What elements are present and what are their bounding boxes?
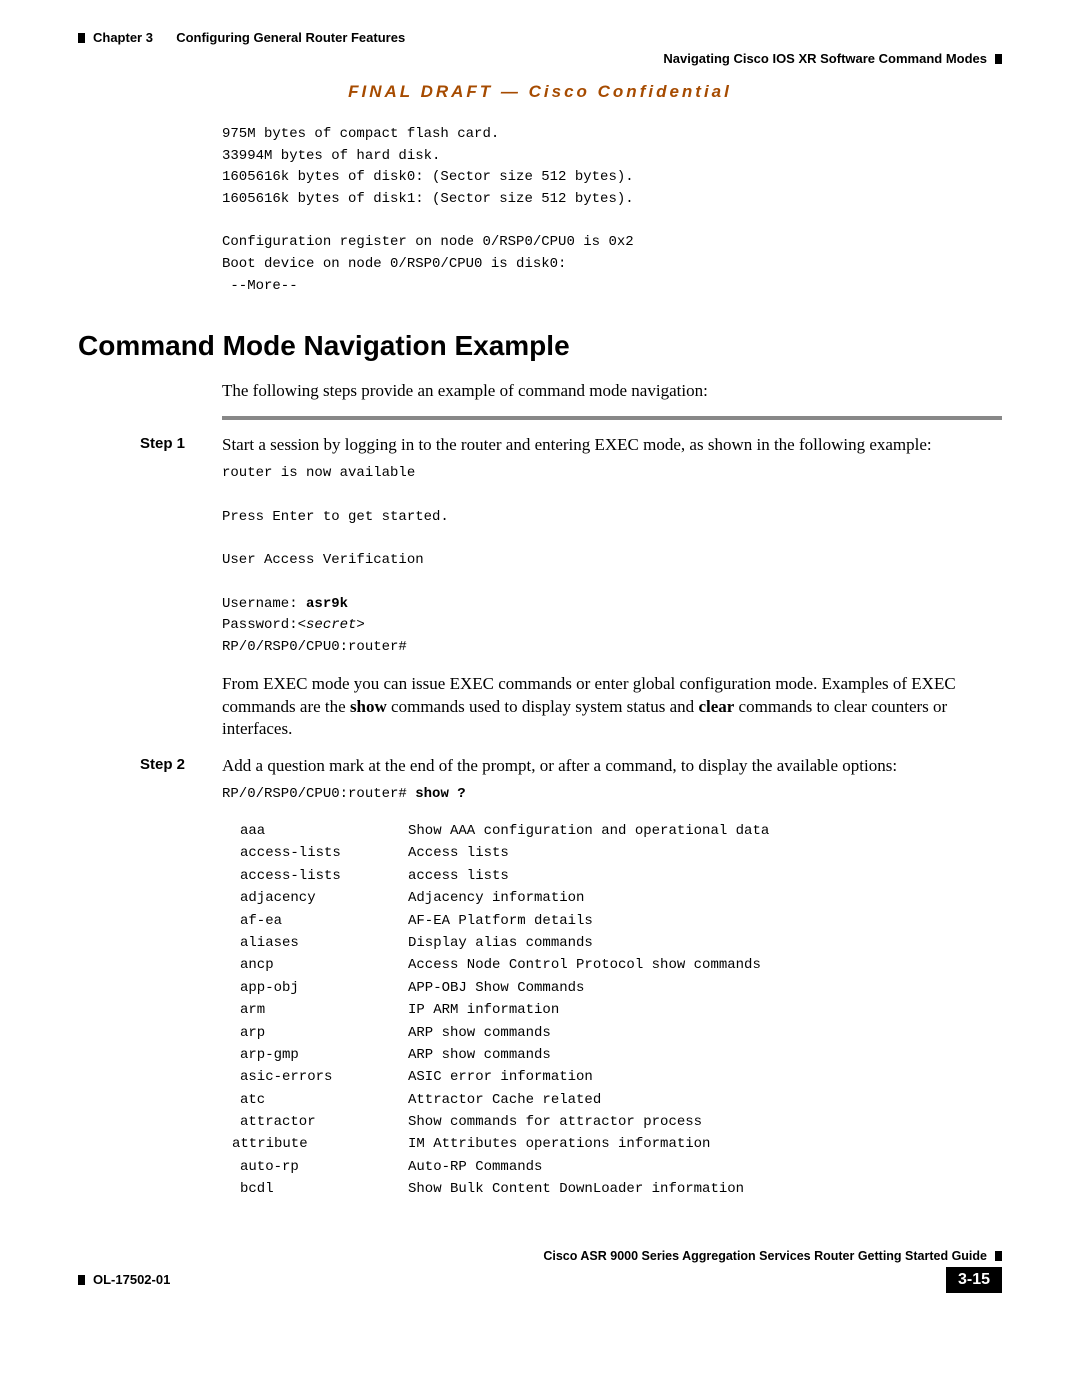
code-line: Press Enter to get started. (222, 507, 1002, 529)
show-option-cmd: bcdl (222, 1178, 408, 1200)
show-option-desc: Attractor Cache related (408, 1089, 1002, 1111)
step-1-text: Start a session by logging in to the rou… (222, 434, 1002, 457)
show-option-row: app-objAPP-OBJ Show Commands (222, 977, 1002, 999)
code-line: RP/0/RSP0/CPU0:router# (222, 637, 1002, 659)
footer-guide-line: Cisco ASR 9000 Series Aggregation Servic… (78, 1249, 1002, 1263)
show-option-desc: Show AAA configuration and operational d… (408, 820, 1002, 842)
show-option-desc: Show commands for attractor process (408, 1111, 1002, 1133)
show-option-desc: APP-OBJ Show Commands (408, 977, 1002, 999)
show-option-cmd: access-lists (222, 842, 408, 864)
header-bar-icon (995, 54, 1002, 64)
show-option-desc: AF-EA Platform details (408, 910, 1002, 932)
terminal-output-intro: 975M bytes of compact flash card. 33994M… (222, 124, 1002, 298)
chapter-title: Configuring General Router Features (176, 30, 405, 45)
show-option-row: af-eaAF-EA Platform details (222, 910, 1002, 932)
show-option-row: access-listsAccess lists (222, 842, 1002, 864)
page-number: 3-15 (946, 1267, 1002, 1293)
lead-paragraph: The following steps provide an example o… (222, 380, 1002, 403)
show-option-cmd: aliases (222, 932, 408, 954)
header-left: Chapter 3 Configuring General Router Fea… (78, 30, 405, 45)
show-option-cmd: arp-gmp (222, 1044, 408, 1066)
show-option-cmd: arp (222, 1022, 408, 1044)
show-option-desc: Show Bulk Content DownLoader information (408, 1178, 1002, 1200)
step-2-prompt: RP/0/RSP0/CPU0:router# show ? (222, 784, 1002, 806)
show-option-row: arp-gmpARP show commands (222, 1044, 1002, 1066)
show-option-cmd: aaa (222, 820, 408, 842)
show-option-desc: IM Attributes operations information (408, 1133, 1002, 1155)
show-option-desc: Adjacency information (408, 887, 1002, 909)
show-option-desc: IP ARM information (408, 999, 1002, 1021)
footer-bar-icon (78, 1275, 85, 1285)
show-option-cmd: access-lists (222, 865, 408, 887)
show-option-cmd: arm (222, 999, 408, 1021)
footer-bar-icon (995, 1251, 1002, 1261)
show-option-row: aliasesDisplay alias commands (222, 932, 1002, 954)
document-page: Chapter 3 Configuring General Router Fea… (0, 0, 1080, 1333)
horizontal-rule (222, 416, 1002, 420)
guide-title: Cisco ASR 9000 Series Aggregation Servic… (543, 1249, 987, 1263)
show-option-desc: Display alias commands (408, 932, 1002, 954)
show-option-row: arpARP show commands (222, 1022, 1002, 1044)
show-option-cmd: auto-rp (222, 1156, 408, 1178)
show-option-cmd: asic-errors (222, 1066, 408, 1088)
section-heading: Command Mode Navigation Example (78, 330, 1002, 362)
step-label: Step 1 (78, 434, 222, 457)
show-option-desc: ARP show commands (408, 1022, 1002, 1044)
page-header: Chapter 3 Configuring General Router Fea… (78, 30, 1002, 45)
show-option-row: armIP ARM information (222, 999, 1002, 1021)
show-option-cmd: attribute (222, 1133, 408, 1155)
show-option-cmd: ancp (222, 954, 408, 976)
show-option-row: attractorShow commands for attractor pro… (222, 1111, 1002, 1133)
show-option-desc: ARP show commands (408, 1044, 1002, 1066)
step-2-text: Add a question mark at the end of the pr… (222, 755, 1002, 778)
code-line: User Access Verification (222, 550, 1002, 572)
show-option-row: attributeIM Attributes operations inform… (222, 1133, 1002, 1155)
show-option-cmd: app-obj (222, 977, 408, 999)
code-line: Password:<secret> (222, 615, 1002, 637)
step-1-after: From EXEC mode you can issue EXEC comman… (222, 673, 1002, 742)
step-label: Step 2 (78, 755, 222, 778)
show-option-row: aaaShow AAA configuration and operationa… (222, 820, 1002, 842)
show-option-desc: ASIC error information (408, 1066, 1002, 1088)
step-1-row: Step 1 Start a session by logging in to … (78, 434, 1002, 457)
show-option-row: ancpAccess Node Control Protocol show co… (222, 954, 1002, 976)
show-option-row: bcdlShow Bulk Content DownLoader informa… (222, 1178, 1002, 1200)
show-option-cmd: adjacency (222, 887, 408, 909)
show-option-desc: Auto-RP Commands (408, 1156, 1002, 1178)
page-footer: Cisco ASR 9000 Series Aggregation Servic… (78, 1249, 1002, 1293)
header-bar-icon (78, 33, 85, 43)
step-1-code: router is now available Press Enter to g… (222, 463, 1002, 658)
show-option-desc: Access lists (408, 842, 1002, 864)
code-line: router is now available (222, 463, 1002, 485)
show-option-desc: Access Node Control Protocol show comman… (408, 954, 1002, 976)
section-title: Navigating Cisco IOS XR Software Command… (663, 51, 987, 66)
show-option-row: access-listsaccess lists (222, 865, 1002, 887)
show-option-row: auto-rpAuto-RP Commands (222, 1156, 1002, 1178)
step-2-row: Step 2 Add a question mark at the end of… (78, 755, 1002, 778)
show-option-cmd: attractor (222, 1111, 408, 1133)
show-option-cmd: af-ea (222, 910, 408, 932)
show-option-row: adjacencyAdjacency information (222, 887, 1002, 909)
code-line: Username: asr9k (222, 594, 1002, 616)
chapter-number: Chapter 3 (93, 30, 153, 45)
footer-bottom: OL-17502-01 3-15 (78, 1267, 1002, 1293)
page-subheader: Navigating Cisco IOS XR Software Command… (78, 51, 1002, 66)
show-options-table: aaaShow AAA configuration and operationa… (222, 820, 1002, 1201)
show-option-cmd: atc (222, 1089, 408, 1111)
confidential-banner: FINAL DRAFT — Cisco Confidential (78, 82, 1002, 102)
show-option-desc: access lists (408, 865, 1002, 887)
show-option-row: atcAttractor Cache related (222, 1089, 1002, 1111)
show-option-row: asic-errorsASIC error information (222, 1066, 1002, 1088)
doc-number: OL-17502-01 (93, 1272, 170, 1287)
